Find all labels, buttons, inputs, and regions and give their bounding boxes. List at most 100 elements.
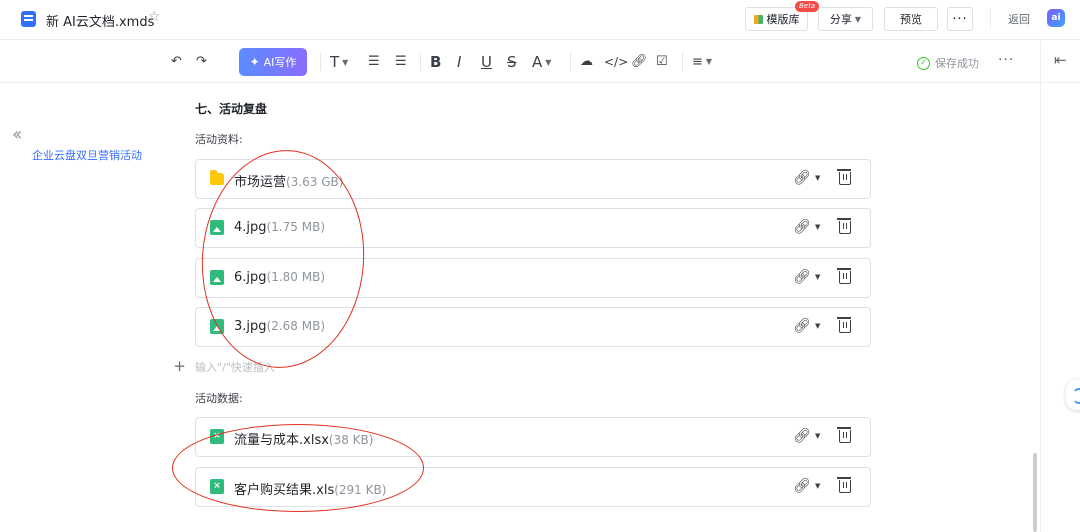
text-style-label: T — [330, 53, 340, 71]
file-card[interactable]: × 流量与成本.xlsx(38 KB) 🔗︎ ▼ — [195, 417, 871, 457]
file-size: (2.68 MB) — [266, 319, 326, 333]
chevron-down-icon: ▼ — [854, 14, 862, 24]
trash-icon[interactable] — [837, 317, 851, 333]
cloud-file-icon[interactable]: ☁ — [580, 52, 593, 72]
text-style-button[interactable]: T ▼ — [330, 52, 348, 72]
double-chevron-left-icon[interactable]: ‹‹ — [12, 124, 23, 145]
save-status-label: 保存成功 — [935, 57, 979, 70]
back-button[interactable]: 返回 — [1008, 11, 1030, 27]
ai-assistant-icon[interactable]: ai — [1047, 9, 1065, 27]
bullet-list-icon[interactable]: ☰ — [395, 52, 407, 72]
toolbar-divider — [570, 53, 571, 71]
image-file-icon — [210, 220, 224, 235]
share-link-icon[interactable]: 🔗︎ — [793, 219, 811, 235]
materials-label: 活动资料: — [195, 133, 243, 146]
strikethrough-button[interactable]: S — [507, 52, 517, 72]
file-name: 4.jpg(1.75 MB) — [234, 220, 326, 235]
chevron-down-icon: ▼ — [342, 57, 349, 67]
trash-icon[interactable] — [837, 218, 851, 234]
outline-item[interactable]: 企业云盘双旦营销活动 — [32, 147, 142, 163]
undo-icon[interactable]: ↶ — [171, 52, 182, 72]
file-name: 流量与成本.xlsx(38 KB) — [234, 433, 374, 448]
divider — [990, 8, 991, 30]
star-icon[interactable]: ☆ — [148, 9, 161, 25]
preview-button[interactable]: 预览 — [884, 7, 938, 31]
ordered-list-icon[interactable]: ☰ — [368, 52, 380, 72]
ai-write-button[interactable]: ✦ AI写作 — [239, 48, 307, 76]
image-file-icon — [210, 319, 224, 334]
redo-icon[interactable]: ↷ — [196, 52, 207, 72]
title-bar: 新 AI云文档.xmds ☆ 模版库 Beta 分享 ▼ 预览 ··· 返回 a… — [0, 0, 1080, 40]
file-name: 3.jpg(2.68 MB) — [234, 319, 326, 334]
file-card[interactable]: × 客户购买结果.xls(291 KB) 🔗︎ ▼ — [195, 467, 871, 507]
share-link-icon[interactable]: 🔗︎ — [793, 318, 811, 334]
beta-badge: Beta — [795, 1, 820, 12]
share-label: 分享 — [829, 13, 852, 26]
italic-button[interactable]: I — [457, 52, 461, 72]
font-color-label: A — [532, 53, 543, 71]
chevron-down-icon[interactable]: ▼ — [815, 273, 820, 281]
file-card[interactable]: 3.jpg(2.68 MB) 🔗︎ ▼ — [195, 307, 871, 347]
section-heading: 七、活动复盘 — [195, 102, 268, 116]
toolbar-more-button[interactable]: ··· — [998, 52, 1014, 68]
chevron-down-icon[interactable]: ▼ — [815, 482, 820, 490]
share-link-icon[interactable]: 🔗︎ — [793, 170, 811, 186]
excel-file-icon: × — [210, 479, 224, 494]
scrollbar[interactable] — [1033, 453, 1037, 532]
template-library-label: 模版库 — [766, 13, 800, 26]
sparkle-icon: ✦ — [249, 55, 260, 69]
folder-icon — [210, 170, 224, 185]
trash-icon[interactable] — [837, 477, 851, 493]
font-color-button[interactable]: A ▼ — [532, 52, 551, 72]
checkbox-icon[interactable]: ☑ — [656, 52, 668, 72]
save-status: ✓ 保存成功 — [917, 55, 979, 71]
share-link-icon[interactable]: 🔗︎ — [793, 478, 811, 494]
file-size: (3.63 GB) — [286, 175, 344, 189]
chevron-down-icon: ▼ — [705, 57, 713, 66]
underline-button[interactable]: U — [481, 52, 492, 72]
image-file-icon — [210, 270, 224, 285]
collapse-panel-icon[interactable]: ⇤ — [1054, 51, 1067, 69]
floating-assistant-icon[interactable] — [1066, 380, 1080, 410]
chevron-down-icon[interactable]: ▼ — [815, 432, 820, 440]
trash-icon[interactable] — [837, 268, 851, 284]
code-icon[interactable]: </> — [604, 52, 628, 72]
chevron-down-icon[interactable]: ▼ — [815, 223, 820, 231]
file-name: 客户购买结果.xls(291 KB) — [234, 483, 387, 498]
excel-file-icon: × — [210, 429, 224, 444]
share-link-icon[interactable]: 🔗︎ — [793, 428, 811, 444]
link-icon[interactable]: 🔗︎ — [631, 52, 648, 72]
data-label: 活动数据: — [195, 392, 243, 405]
share-button[interactable]: 分享 ▼ — [818, 7, 873, 31]
check-circle-icon: ✓ — [917, 56, 930, 70]
file-card[interactable]: 6.jpg(1.80 MB) 🔗︎ ▼ — [195, 258, 871, 298]
toolbar-divider — [420, 53, 421, 71]
file-size: (1.75 MB) — [266, 220, 326, 234]
trash-icon[interactable] — [837, 427, 851, 443]
toolbar-divider — [682, 53, 683, 71]
align-button[interactable]: ≡ ▼ — [692, 52, 712, 72]
align-icon: ≡ — [692, 54, 703, 70]
chevron-down-icon[interactable]: ▼ — [815, 322, 820, 330]
share-link-icon[interactable]: 🔗︎ — [793, 269, 811, 285]
document-title[interactable]: 新 AI云文档.xmds — [46, 11, 154, 30]
file-size: (38 KB) — [328, 433, 374, 447]
file-name: 市场运营(3.63 GB) — [234, 175, 344, 190]
bold-button[interactable]: B — [430, 52, 441, 72]
ai-write-label: AI写作 — [263, 56, 297, 69]
toolbar-divider — [320, 53, 321, 71]
file-card[interactable]: 市场运营(3.63 GB) 🔗︎ ▼ — [195, 159, 871, 199]
trash-icon[interactable] — [837, 169, 851, 185]
editor-placeholder[interactable]: 输入"/"快速插入 — [195, 359, 275, 375]
insert-block-button[interactable]: + — [170, 357, 189, 376]
file-size: (291 KB) — [334, 483, 387, 497]
editor-toolbar: ↶ ↷ ✦ AI写作 T ▼ ☰ ☰ B I U S A ▼ ☁ </> 🔗︎ ☑ … — [0, 41, 1080, 83]
more-options-button[interactable]: ··· — [947, 7, 973, 31]
file-name: 6.jpg(1.80 MB) — [234, 270, 326, 285]
chevron-down-icon: ▼ — [545, 57, 552, 67]
panel-divider — [1040, 41, 1041, 532]
document-icon — [21, 11, 36, 27]
template-icon — [753, 14, 763, 24]
file-card[interactable]: 4.jpg(1.75 MB) 🔗︎ ▼ — [195, 208, 871, 248]
chevron-down-icon[interactable]: ▼ — [815, 174, 820, 182]
